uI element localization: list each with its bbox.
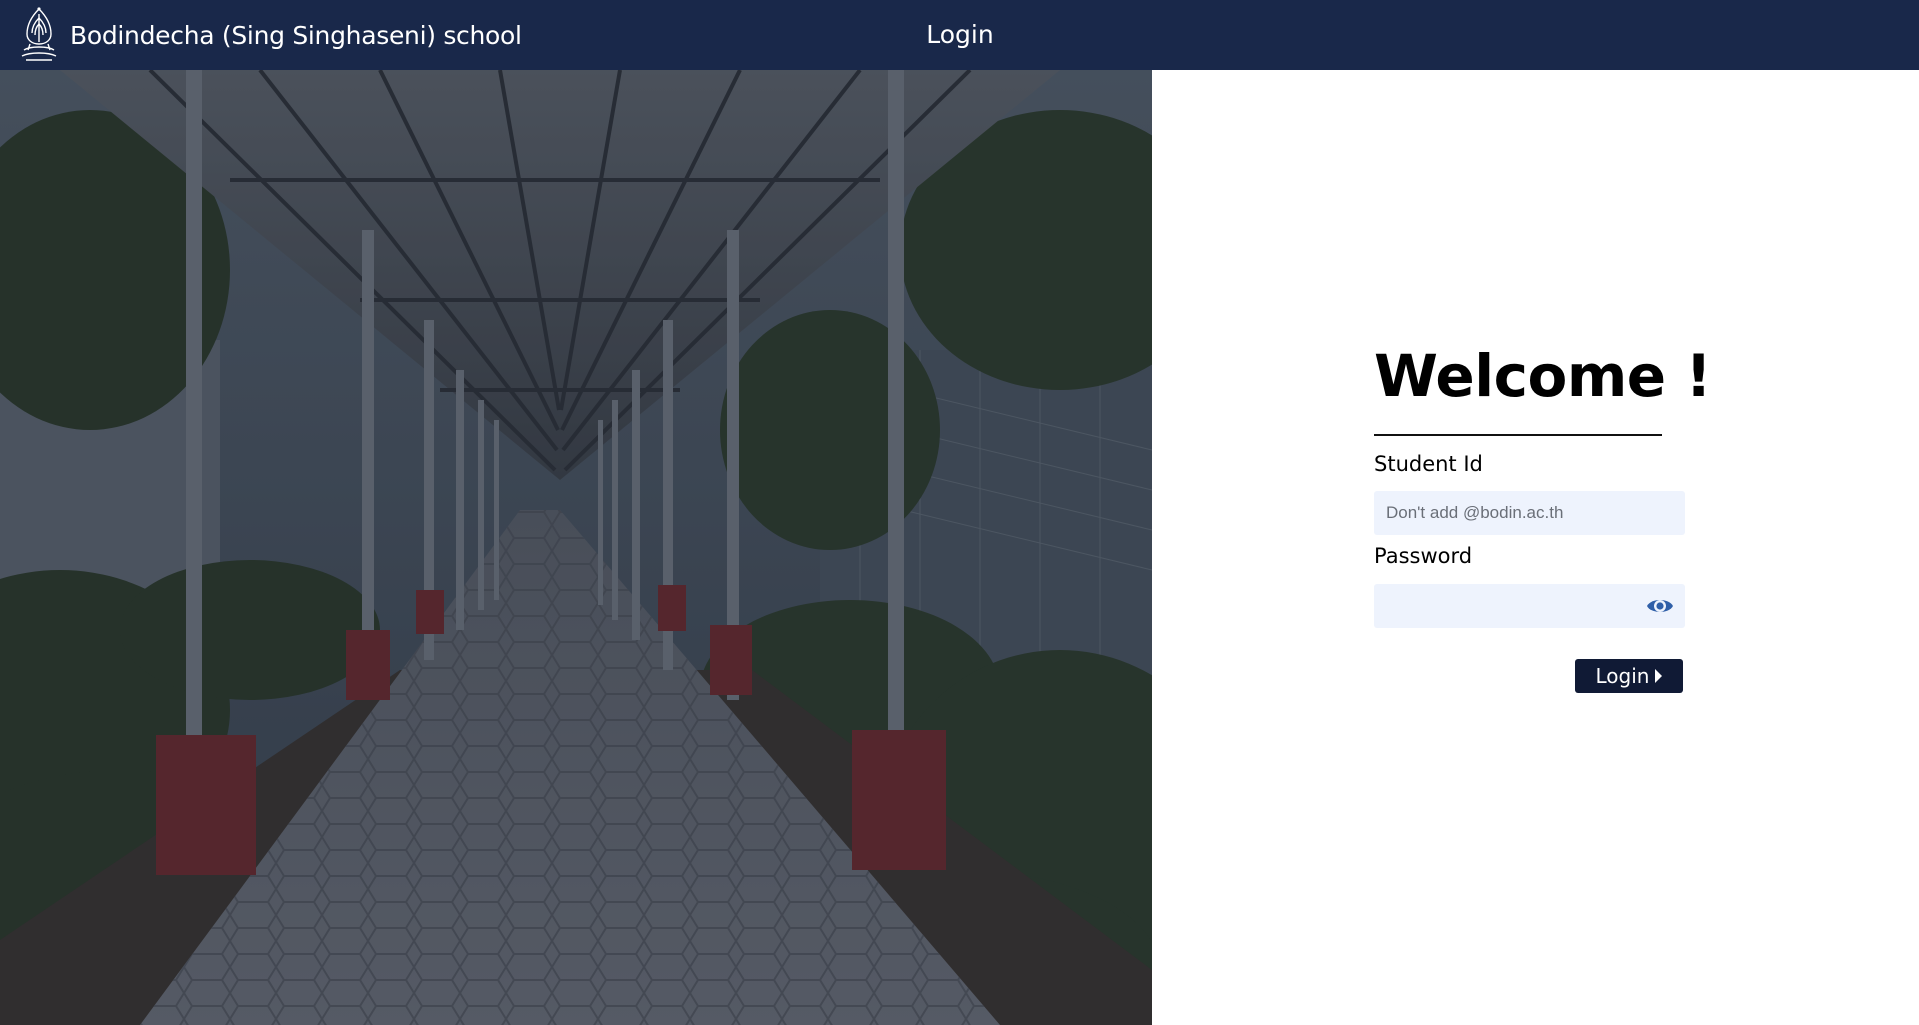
brand-link[interactable]: Bodindecha (Sing Singhaseni) school (18, 6, 522, 64)
school-crest-logo (21, 7, 57, 61)
top-navbar: Bodindecha (Sing Singhaseni) school Logi… (0, 0, 1919, 70)
heading-divider (1374, 434, 1662, 436)
hero-photo (0, 70, 1152, 1025)
caret-right-icon (1655, 669, 1663, 683)
show-password-toggle[interactable] (1646, 593, 1674, 619)
school-name: Bodindecha (Sing Singhaseni) school (70, 20, 522, 50)
page-title: Login (926, 20, 994, 49)
eye-icon (1647, 600, 1673, 612)
login-button[interactable]: Login (1575, 659, 1683, 693)
login-button-label: Login (1595, 664, 1650, 688)
welcome-heading: Welcome ! (1374, 342, 1712, 410)
password-input[interactable] (1374, 584, 1685, 628)
student-id-input[interactable] (1374, 491, 1685, 535)
login-panel: Welcome ! Student Id Password Login (1152, 70, 1919, 1025)
student-id-label: Student Id (1374, 452, 1483, 476)
password-label: Password (1374, 544, 1473, 568)
covered-walkway-image (0, 70, 1152, 1025)
